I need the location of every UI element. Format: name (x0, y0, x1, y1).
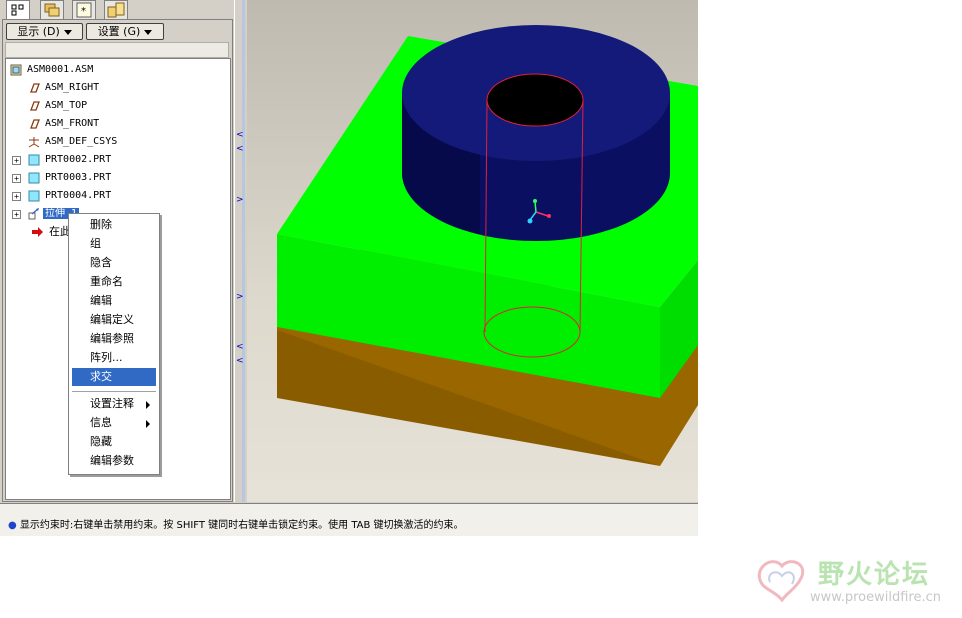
context-menu: 删除 组 隐含 重命名 编辑 编辑定义 编辑参照 阵列... 求交 设置注释 信… (68, 213, 160, 475)
menu-item-group[interactable]: 组 (72, 235, 156, 253)
collapse-arrow-icon[interactable]: < (236, 342, 244, 352)
expand-plus-icon[interactable]: + (12, 174, 21, 183)
menu-item-info[interactable]: 信息 (72, 414, 156, 432)
favorites-tab-icon[interactable]: * (72, 0, 96, 20)
triad-y-axis (534, 201, 537, 213)
proe-window: * 显示 (D) 设置 (G) ASM0001.ASM ASM_RIGHT AS… (0, 0, 698, 536)
menu-item-rename[interactable]: 重命名 (72, 273, 156, 291)
menu-item-intersect[interactable]: 求交 (72, 368, 156, 386)
watermark-title: 野火论坛 (818, 560, 931, 590)
expand-arrow-icon[interactable]: > (236, 195, 244, 205)
menu-item-edit[interactable]: 编辑 (72, 292, 156, 310)
menu-item-pattern[interactable]: 阵列... (72, 349, 156, 367)
navigator-tabs: * (0, 0, 240, 20)
tree-item-label: PRT0003.PRT (45, 172, 112, 183)
expand-plus-icon[interactable]: + (12, 192, 21, 201)
datum-plane-icon (30, 119, 40, 129)
menu-item-hide[interactable]: 隐藏 (72, 433, 156, 451)
tree-item-label: ASM_DEF_CSYS (45, 136, 118, 147)
menu-item-edit-parameters[interactable]: 编辑参数 (72, 452, 156, 470)
flame-logo-icon (758, 560, 805, 603)
tree-item-asm-def-csys[interactable]: ASM_DEF_CSYS (28, 134, 119, 150)
part-icon (28, 190, 40, 202)
tree-item-label: PRT0004.PRT (45, 190, 112, 201)
tree-item-label: PRT0002.PRT (45, 154, 112, 165)
site-watermark: 野火论坛 www.proewildfire.cn (752, 552, 962, 612)
chevron-down-icon (144, 29, 153, 35)
tree-item-asm-top[interactable]: ASM_TOP (28, 98, 89, 114)
menu-item-edit-references[interactable]: 编辑参照 (72, 330, 156, 348)
folder-browser-tab-icon[interactable] (40, 0, 64, 20)
tree-item-prt0002[interactable]: + PRT0002.PRT (12, 152, 113, 168)
collapse-arrow-icon[interactable]: < (236, 144, 244, 154)
tree-root[interactable]: ASM0001.ASM (10, 62, 95, 78)
menu-item-edit-definition[interactable]: 编辑定义 (72, 311, 156, 329)
part-icon (28, 154, 40, 166)
triad-z-dot (527, 218, 533, 224)
triad-x-dot (547, 214, 551, 218)
submenu-arrow-icon (146, 420, 150, 428)
splitter-bar (242, 0, 245, 502)
status-message: ● 显示约束时:右键单击禁用约束。按 SHIFT 键同时右键单击锁定约束。使用 … (8, 516, 464, 531)
3d-model-canvas (277, 25, 698, 466)
datum-plane-icon (30, 83, 40, 93)
chevron-down-icon (63, 29, 72, 35)
panel-splitter[interactable]: < < > > < < (234, 0, 248, 502)
expand-plus-icon[interactable]: + (12, 156, 21, 165)
menu-item-delete[interactable]: 删除 (72, 216, 156, 234)
watermark-url: www.proewildfire.cn (810, 590, 941, 605)
menu-item-label: 设置注释 (90, 397, 134, 410)
hole-top-ellipse (486, 73, 584, 127)
settings-menu-label: 设置 (G) (97, 25, 141, 38)
tree-item-label: ASM_FRONT (45, 118, 100, 129)
tree-item-prt0004[interactable]: + PRT0004.PRT (12, 188, 113, 204)
triad-y-dot (533, 199, 537, 203)
collapse-arrow-icon[interactable]: < (236, 356, 244, 366)
tree-item-asm-right[interactable]: ASM_RIGHT (28, 80, 101, 96)
extrude-icon (28, 208, 39, 220)
show-menu-label: 显示 (D) (17, 25, 60, 38)
message-area: ● 显示约束时:右键单击禁用约束。按 SHIFT 键同时右键单击锁定约束。使用 … (0, 503, 698, 536)
part-icon (28, 172, 40, 184)
submenu-arrow-icon (146, 401, 150, 409)
tree-item-label: ASM_TOP (45, 100, 88, 111)
menu-separator (72, 391, 156, 392)
settings-menu-button[interactable]: 设置 (G) (86, 23, 164, 40)
tree-item-label: ASM_RIGHT (45, 82, 100, 93)
expand-arrow-icon[interactable]: > (236, 292, 244, 302)
menu-item-set-note[interactable]: 设置注释 (72, 395, 156, 413)
expand-plus-icon[interactable]: + (12, 210, 21, 219)
graphics-viewport[interactable] (247, 0, 698, 502)
tree-item-prt0003[interactable]: + PRT0003.PRT (12, 170, 113, 186)
model-tree-tab-icon[interactable] (6, 0, 30, 19)
tree-item-asm-front[interactable]: ASM_FRONT (28, 116, 101, 132)
tree-item-insert-here[interactable]: 在此 (28, 224, 73, 240)
insert-here-arrow-icon (32, 227, 43, 237)
assembly-icon (10, 64, 22, 76)
show-menu-button[interactable]: 显示 (D) (6, 23, 83, 40)
status-message-text: 显示约束时:右键单击禁用约束。按 SHIFT 键同时右键单击锁定约束。使用 TA… (19, 520, 464, 531)
menu-item-label: 信息 (90, 416, 112, 429)
svg-text:*: * (81, 6, 86, 17)
tree-root-label: ASM0001.ASM (27, 64, 94, 75)
menu-item-suppress[interactable]: 隐含 (72, 254, 156, 272)
connections-tab-icon[interactable] (104, 0, 128, 20)
tree-column-strip (5, 42, 229, 58)
collapse-arrow-icon[interactable]: < (236, 130, 244, 140)
info-bullet-icon: ● (8, 520, 17, 531)
csys-icon (28, 137, 40, 148)
datum-plane-icon (30, 101, 40, 111)
